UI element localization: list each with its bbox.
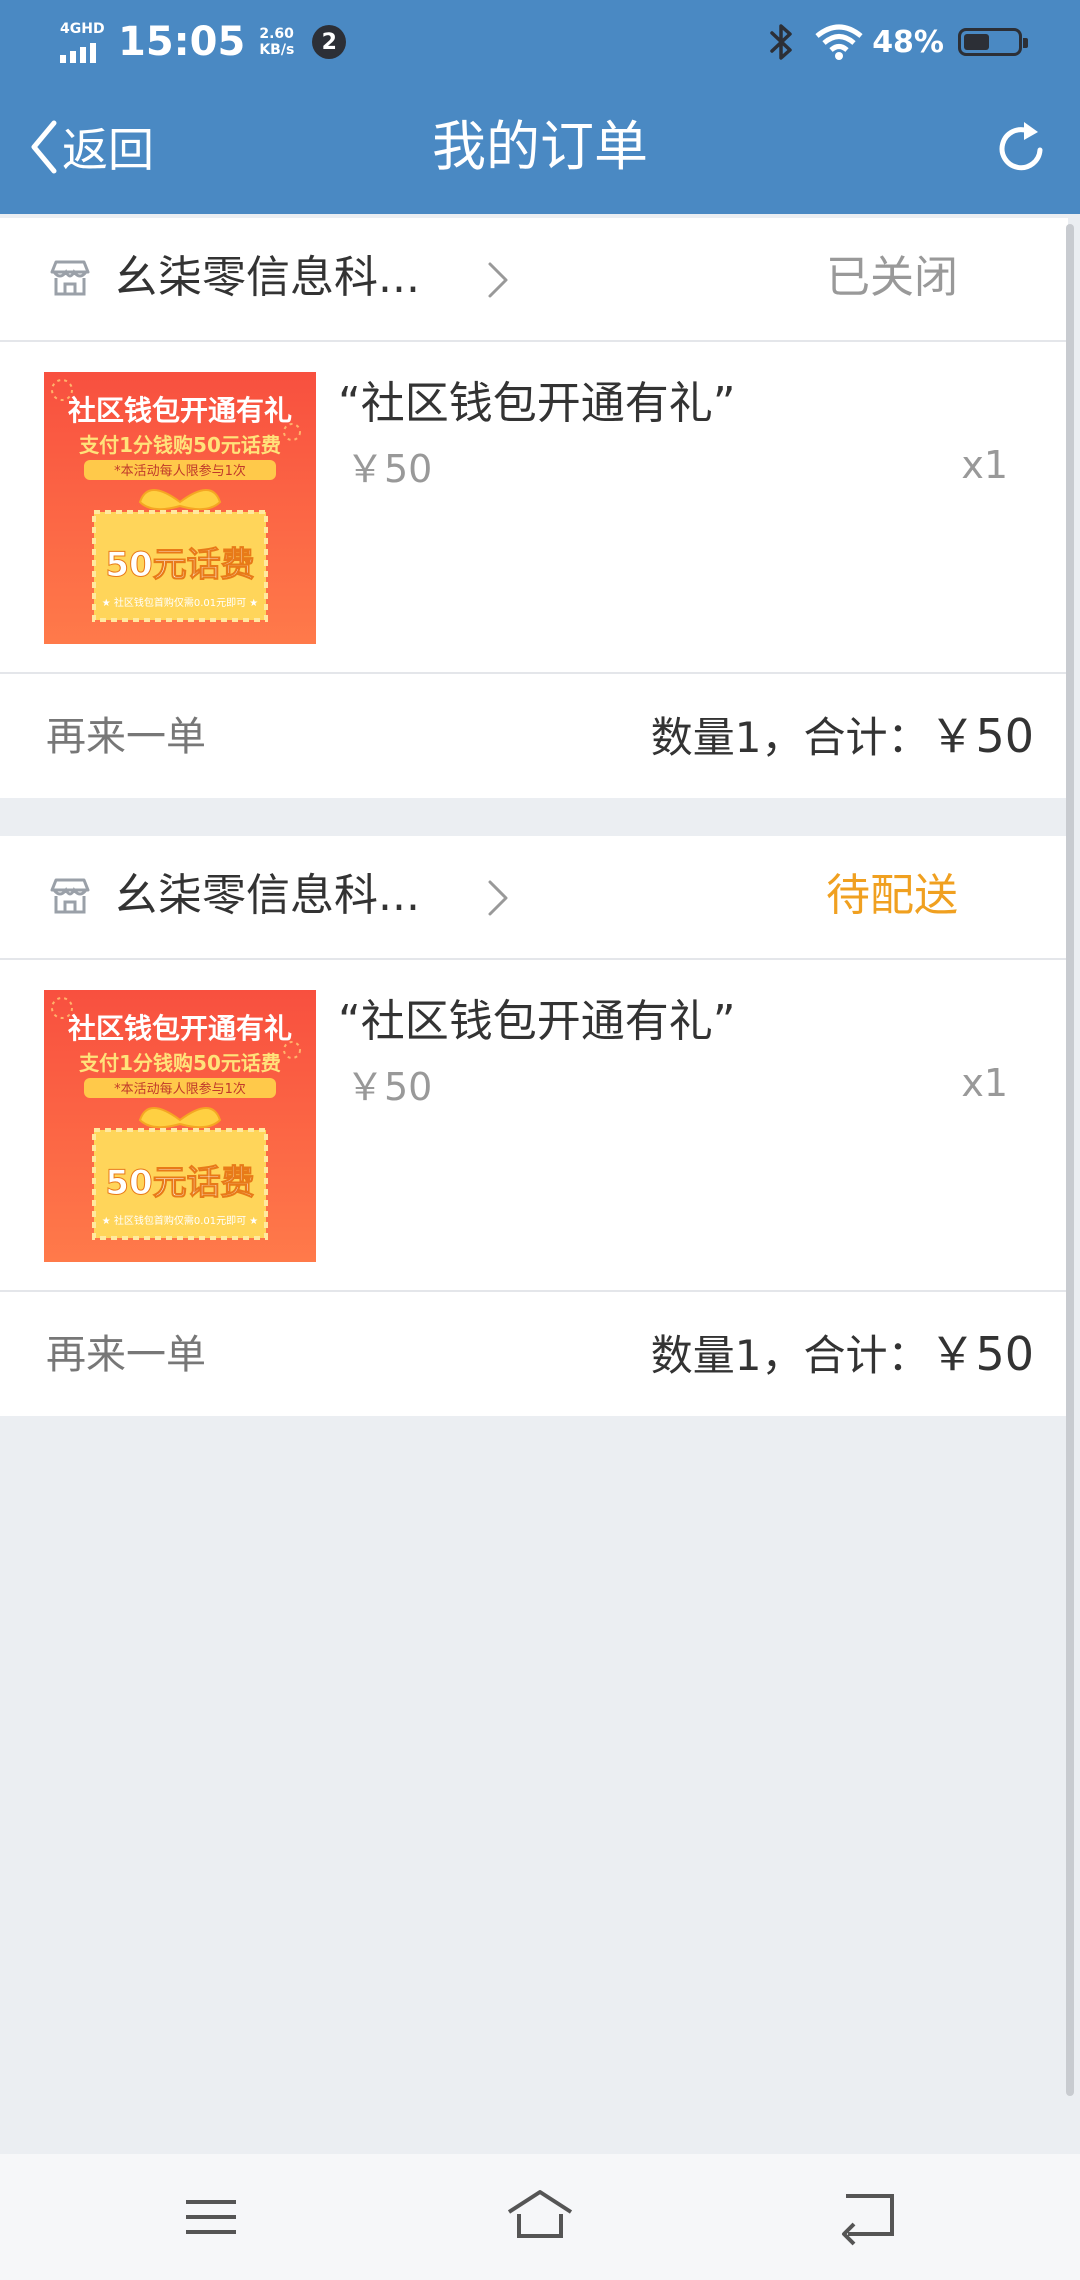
status-bar: 4GHD 15:05 2.60 KB/s 2 48%: [0, 0, 1080, 82]
chevron-right-icon[interactable]: [482, 256, 512, 304]
order-footer: 再来一单 数量1，合计：￥50: [0, 1292, 1068, 1416]
svg-text:社区钱包开通有礼: 社区钱包开通有礼: [68, 1012, 292, 1045]
svg-text:50元话费: 50元话费: [105, 1163, 254, 1203]
home-icon[interactable]: [505, 2184, 575, 2250]
product-name: “社区钱包开通有礼”: [338, 996, 736, 1047]
order-header: 幺柒零信息科... 待配送: [0, 836, 1068, 960]
speed-value: 2.60: [259, 26, 294, 42]
bluetooth-icon: [770, 24, 792, 60]
menu-icon[interactable]: [176, 2184, 246, 2250]
app-header: 返回 我的订单: [0, 82, 1080, 214]
product-quantity: x1: [961, 443, 1008, 487]
scrollbar[interactable]: [1066, 224, 1074, 2096]
product-price: ￥50: [346, 1065, 433, 1109]
svg-text:支付1分钱购50元话费: 支付1分钱购50元话费: [79, 433, 281, 457]
summary-label: 数量1，合计：: [650, 713, 930, 762]
shop-name[interactable]: 幺柒零信息科...: [114, 866, 420, 926]
shop-icon: [50, 260, 90, 296]
reorder-button[interactable]: 再来一单: [46, 1328, 206, 1382]
product-image[interactable]: 社区钱包开通有礼 支付1分钱购50元话费 *本活动每人限参与1次 50元话费 ★…: [44, 990, 316, 1262]
product-name: “社区钱包开通有礼”: [338, 378, 736, 429]
refresh-icon[interactable]: [994, 120, 1050, 176]
svg-text:★ 社区钱包首购仅需0.01元即可 ★: ★ 社区钱包首购仅需0.01元即可 ★: [102, 1214, 259, 1227]
svg-text:支付1分钱购50元话费: 支付1分钱购50元话费: [79, 1051, 281, 1075]
shop-icon: [50, 878, 90, 914]
order-product[interactable]: 社区钱包开通有礼 支付1分钱购50元话费 *本活动每人限参与1次 50元话费 ★…: [0, 960, 1068, 1292]
network-speed: 2.60 KB/s: [259, 26, 294, 58]
notification-badge: 2: [312, 25, 347, 59]
battery-icon: [958, 28, 1028, 56]
order-header: 幺柒零信息科... 已关闭: [0, 218, 1068, 342]
order-status: 待配送: [826, 870, 958, 921]
order-product[interactable]: 社区钱包开通有礼 支付1分钱购50元话费 *本活动每人限参与1次 50元话费 ★…: [0, 342, 1068, 674]
order-summary: 数量1，合计：￥50: [651, 708, 1034, 766]
order-summary: 数量1，合计：￥50: [651, 1326, 1034, 1384]
system-nav-bar: [0, 2154, 1080, 2280]
order-footer: 再来一单 数量1，合计：￥50: [0, 674, 1068, 798]
signal-icon: 4GHD: [58, 17, 108, 67]
svg-text:*本活动每人限参与1次: *本活动每人限参与1次: [114, 463, 246, 479]
shop-name[interactable]: 幺柒零信息科...: [114, 248, 420, 308]
back-icon[interactable]: [834, 2184, 904, 2250]
product-price: ￥50: [346, 447, 433, 491]
product-image[interactable]: 社区钱包开通有礼 支付1分钱购50元话费 *本活动每人限参与1次 50元话费 ★…: [44, 372, 316, 644]
svg-text:社区钱包开通有礼: 社区钱包开通有礼: [68, 394, 292, 427]
order-total: ￥50: [929, 1327, 1034, 1381]
order-card: 幺柒零信息科... 待配送 社区钱包开通有礼 支付1分钱购50元话费 *本活动每…: [0, 836, 1068, 1416]
svg-text:50元话费: 50元话费: [105, 545, 254, 585]
wifi-icon: [815, 24, 863, 60]
page-title: 我的订单: [432, 115, 648, 178]
product-quantity: x1: [961, 1061, 1008, 1105]
speed-unit: KB/s: [259, 42, 295, 58]
chevron-right-icon[interactable]: [482, 874, 512, 922]
reorder-button[interactable]: 再来一单: [46, 710, 206, 764]
summary-label: 数量1，合计：: [650, 1331, 930, 1380]
svg-text:*本活动每人限参与1次: *本活动每人限参与1次: [114, 1081, 246, 1097]
order-status: 已关闭: [826, 252, 958, 303]
network-type: 4GHD: [60, 21, 105, 37]
clock: 15:05: [118, 19, 246, 65]
svg-text:★ 社区钱包首购仅需0.01元即可 ★: ★ 社区钱包首购仅需0.01元即可 ★: [102, 596, 259, 609]
order-total: ￥50: [929, 709, 1034, 763]
order-card: 幺柒零信息科... 已关闭 社区钱包开通有礼 支付1分钱购50元话费 *本活动每…: [0, 218, 1068, 798]
battery-percent: 48%: [872, 24, 944, 60]
